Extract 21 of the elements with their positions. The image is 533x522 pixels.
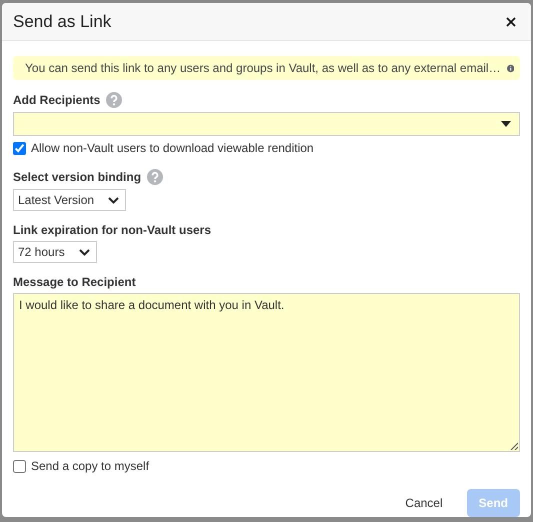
dropdown-arrow-icon <box>501 121 511 127</box>
chevron-icon <box>108 196 120 204</box>
field-label: Select version binding <box>13 170 142 184</box>
checkbox[interactable] <box>13 460 26 472</box>
expiration-select[interactable]: 72 hours <box>13 241 97 263</box>
version-select[interactable]: Latest Version <box>13 189 126 211</box>
recipients-field[interactable] <box>13 112 520 136</box>
close-button[interactable] <box>504 14 518 28</box>
field-label: Message to Recipient <box>13 275 136 289</box>
message-field[interactable]: I would like to share a document with you in Vault. <box>13 293 520 452</box>
cancel-button[interactable]: Cancel <box>393 489 455 517</box>
info-text: You can send this link to any users and groups in Vault, as well as to any external email… <box>25 61 501 75</box>
checkbox-label: Allow non-Vault users to download viewable rendition <box>31 141 314 155</box>
dialog-title: Send as Link <box>13 12 112 32</box>
checkbox[interactable] <box>13 142 26 154</box>
close-icon <box>506 16 516 26</box>
resize-grip-icon[interactable] <box>510 442 518 450</box>
field-label: Add Recipients <box>13 93 100 107</box>
checkbox-label: Send a copy to myself <box>31 459 150 473</box>
field-label: Link expiration for non-Vault users <box>13 223 212 237</box>
chevron-icon <box>78 248 90 256</box>
